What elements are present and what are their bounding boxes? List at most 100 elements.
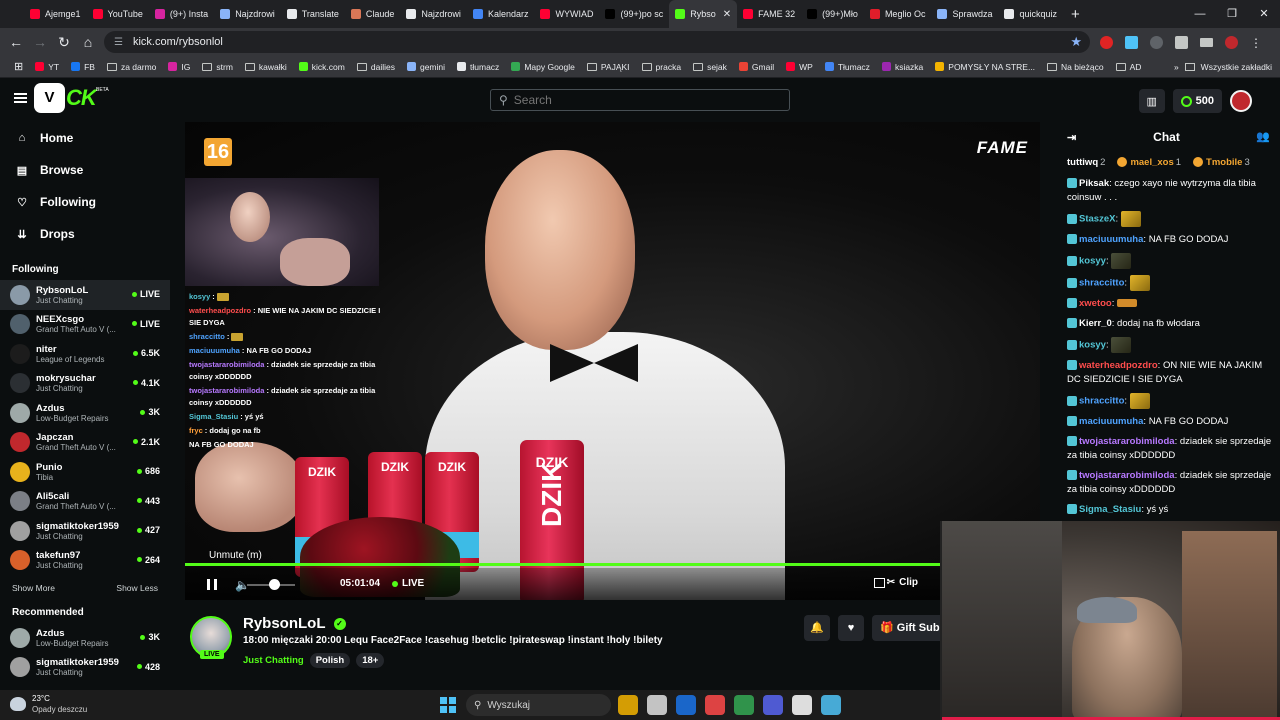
tag-age[interactable]: 18+ <box>356 653 385 668</box>
browser-tab[interactable]: Sprawdza <box>931 0 998 28</box>
minimize-icon[interactable]: — <box>1184 0 1216 28</box>
sidebar-channel[interactable]: Punio Tibia 686 <box>0 457 170 487</box>
bookmark-item[interactable]: strm <box>196 62 239 72</box>
bookmark-item[interactable]: za darmo <box>101 62 162 72</box>
url-input[interactable]: ☰ kick.com/rybsonlol ★ <box>104 31 1090 53</box>
bookmark-item[interactable]: PAJĄKI <box>581 62 636 72</box>
tag-language[interactable]: Polish <box>309 653 351 668</box>
sidebar-channel[interactable]: Azdus Low-Budget Repairs 3K <box>0 623 170 653</box>
extension-icon[interactable] <box>1150 35 1163 49</box>
chat-username[interactable]: Kierr_0 <box>1079 318 1112 329</box>
bookmark-item[interactable]: IG <box>162 62 196 72</box>
tab-close-icon[interactable]: ✕ <box>723 9 731 20</box>
pause-icon[interactable] <box>207 579 217 590</box>
hamburger-menu-icon[interactable] <box>14 93 27 103</box>
browser-tab[interactable]: Translate <box>281 0 345 28</box>
sidebar-channel[interactable]: sigmatiktoker1959 Just Chatting 428 <box>0 653 170 683</box>
taskbar-app-icon[interactable] <box>821 695 841 715</box>
video-player[interactable]: DZIK DZIK DZIK DZIK DZIK 16 FAME kosyy: w… <box>185 122 1040 600</box>
nav-drops[interactable]: ⇊ Drops <box>0 218 170 250</box>
browser-tab[interactable]: FAME 32 <box>737 0 801 28</box>
close-window-icon[interactable]: ✕ <box>1248 0 1280 28</box>
sidebar-channel[interactable]: Japczan Grand Theft Auto V (... 2.1K <box>0 428 170 458</box>
chat-username[interactable]: waterheadpozdro <box>1079 360 1158 371</box>
reload-icon[interactable]: ↻ <box>52 34 76 51</box>
back-icon[interactable]: ← <box>4 34 28 50</box>
puzzle-icon[interactable] <box>1175 35 1188 49</box>
forward-icon[interactable]: → <box>28 34 52 50</box>
sidebar-channel[interactable]: takefun97 Just Chatting 264 <box>0 546 170 576</box>
chat-username[interactable]: xwetoo <box>1079 298 1112 309</box>
taskbar-app-icon[interactable] <box>676 695 696 715</box>
windows-start-icon[interactable] <box>440 697 456 713</box>
bookmark-item[interactable]: YT <box>29 62 65 72</box>
clip-button[interactable]: ✂ Clip <box>887 577 918 588</box>
sidebar-channel[interactable]: mokrysuchar Just Chatting 4.1K <box>0 369 170 399</box>
bookmark-item[interactable]: dailies <box>351 62 401 72</box>
collapse-chat-icon[interactable]: ⇥ <box>1067 131 1076 144</box>
sidebar-channel[interactable]: Ali5cali Grand Theft Auto V (... 443 <box>0 487 170 517</box>
category-link[interactable]: Just Chatting <box>243 655 304 666</box>
bookmark-item[interactable]: WP <box>780 62 819 72</box>
library-icon[interactable]: ▥ <box>1138 89 1165 113</box>
chat-username[interactable]: StaszeX <box>1079 214 1115 225</box>
kicks-balance[interactable]: 500 <box>1172 89 1222 113</box>
profile-icon[interactable] <box>1225 35 1238 49</box>
show-less-button[interactable]: Show Less <box>116 583 158 593</box>
chat-username[interactable]: shraccitto <box>1079 396 1124 407</box>
browser-tab[interactable]: Najzdrowi <box>214 0 281 28</box>
sidebar-channel[interactable]: Azdus Low-Budget Repairs 3K <box>0 398 170 428</box>
bookmark-item[interactable]: sejak <box>687 62 733 72</box>
show-more-button[interactable]: Show More <box>12 583 55 593</box>
bookmark-item[interactable]: Tłumacz <box>819 62 876 72</box>
sidebar-channel[interactable]: niter League of Legends 6.5K <box>0 339 170 369</box>
taskbar-app-icon[interactable] <box>705 695 725 715</box>
bookmark-item[interactable]: tłumacz <box>451 62 505 72</box>
leaderboard-entry[interactable]: tuttiwq 2 <box>1067 157 1105 168</box>
bookmark-item[interactable]: pracka <box>636 62 688 72</box>
chat-username[interactable]: twojastararobimiloda <box>1079 470 1175 481</box>
apps-icon[interactable]: ⊞ <box>8 60 29 73</box>
bookmark-item[interactable]: Na bieżąco <box>1041 62 1110 72</box>
taskbar-app-icon[interactable] <box>792 695 812 715</box>
nav-following[interactable]: ♡ Following <box>0 186 170 218</box>
kick-logo[interactable]: V CK BETA <box>34 83 109 113</box>
translate-extension-icon[interactable] <box>1125 35 1138 49</box>
live-indicator[interactable]: LIVE <box>392 578 424 589</box>
sidebar-channel[interactable]: sigmatiktoker1959 Just Chatting 427 <box>0 516 170 546</box>
chat-username[interactable]: maciuuumuha <box>1079 234 1143 245</box>
site-info-icon[interactable]: ☰ <box>114 37 123 48</box>
sidebar-channel[interactable]: RybsonLoL Just Chatting LIVE <box>0 280 170 310</box>
bookmark-item[interactable]: gemini <box>401 62 451 72</box>
user-avatar[interactable] <box>1230 90 1252 112</box>
nav-home[interactable]: ⌂ Home <box>0 122 170 154</box>
restore-icon[interactable]: ❐ <box>1216 0 1248 28</box>
browser-tab[interactable]: (99+)Mło <box>801 0 864 28</box>
record-extension-icon[interactable] <box>1100 35 1113 49</box>
taskbar-app-icon[interactable] <box>734 695 754 715</box>
chat-username[interactable]: Piksak <box>1079 178 1109 189</box>
leaderboard-entry[interactable]: mael_xos 1 <box>1117 157 1181 168</box>
progress-bar[interactable] <box>185 563 1040 566</box>
chat-username[interactable]: kosyy <box>1079 256 1106 267</box>
chat-users-icon[interactable]: 👥 <box>1256 130 1270 143</box>
chat-username[interactable]: shraccitto <box>1079 278 1124 289</box>
home-icon[interactable]: ⌂ <box>76 34 100 50</box>
media-icon[interactable] <box>1200 37 1213 47</box>
channel-name[interactable]: RybsonLoL <box>243 615 326 632</box>
browser-tab[interactable]: Rybso ✕ <box>669 0 738 28</box>
taskbar-app-icon[interactable] <box>647 695 667 715</box>
bookmarks-overflow-icon[interactable]: » <box>1174 62 1179 72</box>
bookmark-item[interactable]: POMYSŁY NA STRE... <box>929 62 1041 72</box>
browser-tab[interactable]: (9+) Insta <box>149 0 214 28</box>
bookmark-item[interactable]: ksiazka <box>876 62 929 72</box>
taskbar-app-icon[interactable] <box>763 695 783 715</box>
weather-widget[interactable]: 23°C Opady deszczu <box>10 693 87 715</box>
follow-heart-icon[interactable]: ♥ <box>838 615 864 641</box>
browser-tab[interactable]: Kalendarz <box>467 0 535 28</box>
chat-username[interactable]: kosyy <box>1079 340 1106 351</box>
bookmark-star-icon[interactable]: ★ <box>1070 34 1082 50</box>
browser-tab[interactable]: WYWIAD <box>534 0 599 28</box>
volume-knob[interactable] <box>269 579 280 590</box>
bookmark-item[interactable]: FB <box>65 62 101 72</box>
